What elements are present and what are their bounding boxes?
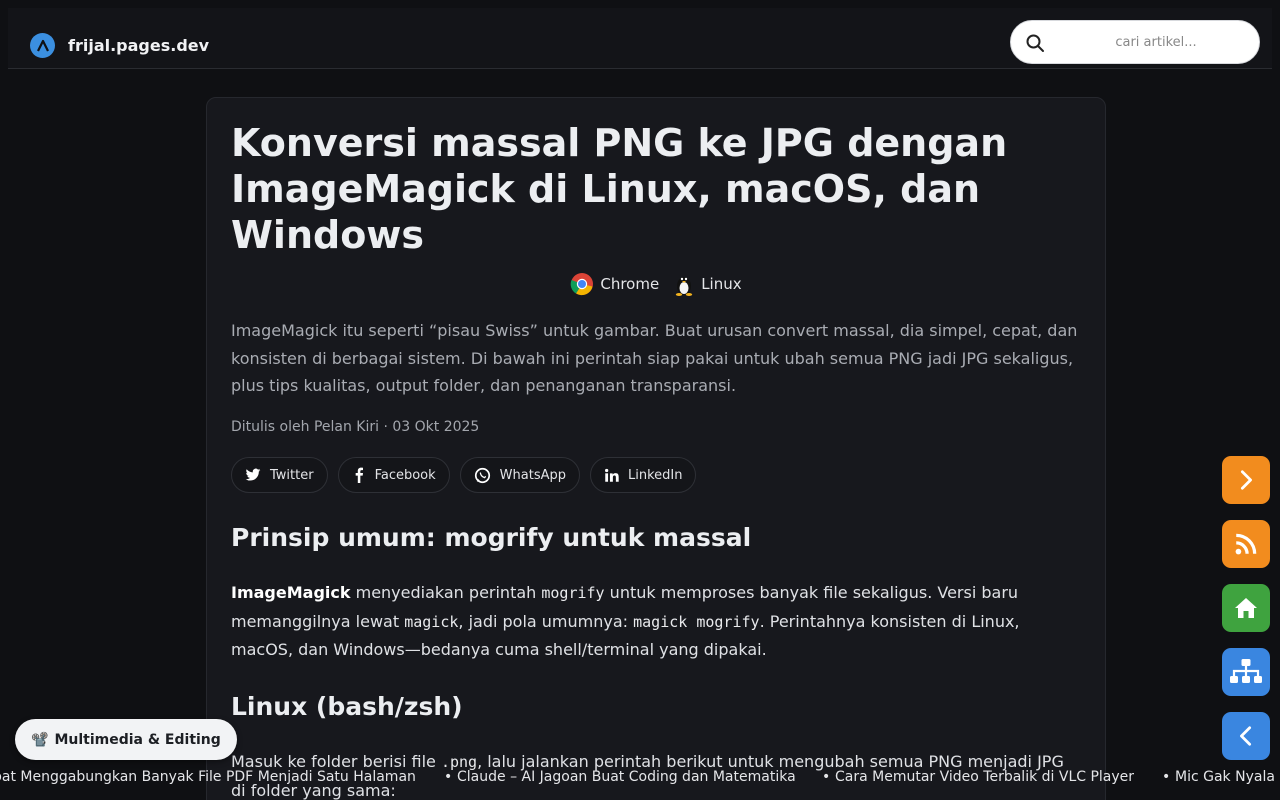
share-label: WhatsApp (499, 467, 566, 483)
article-card: Konversi massal PNG ke JPG dengan ImageM… (206, 97, 1106, 800)
share-twitter-button[interactable]: Twitter (231, 457, 328, 493)
chevron-right-icon (1240, 470, 1252, 490)
share-buttons: Twitter Facebook WhatsApp LinkedIn (231, 457, 697, 493)
section-paragraph-mogrify: ImageMagick menyediakan perintah mogrify… (231, 579, 1081, 664)
bold-term: ImageMagick (231, 583, 351, 602)
tux-icon (676, 277, 693, 296)
inline-code: magick (404, 612, 459, 631)
site-logo-icon (30, 33, 55, 58)
search-input[interactable] (1061, 21, 1251, 63)
sitemap-icon (1230, 659, 1262, 683)
text-run: menyediakan perintah (350, 583, 542, 602)
share-facebook-button[interactable]: Facebook (337, 457, 450, 493)
whatsapp-icon (474, 467, 490, 483)
site-brand[interactable]: frijal.pages.dev (30, 33, 209, 58)
section-heading-mogrify: Prinsip umum: mogrify untuk massal (231, 523, 752, 552)
tag-list: Chrome Linux (207, 272, 1105, 296)
chevron-left-icon (1240, 726, 1252, 746)
ticker-bullet: • (1162, 769, 1171, 785)
home-icon (1235, 598, 1257, 618)
search-icon (1026, 34, 1044, 52)
share-label: LinkedIn (628, 467, 683, 483)
share-whatsapp-button[interactable]: WhatsApp (459, 457, 580, 493)
top-bar: frijal.pages.dev (8, 8, 1272, 69)
twitter-icon (245, 468, 261, 481)
previous-article-button[interactable] (1222, 712, 1270, 760)
tag-linux[interactable]: Linux (673, 272, 742, 296)
next-article-button[interactable] (1222, 456, 1270, 504)
share-label: Facebook (374, 467, 436, 483)
article-ticker: bat Menggabungkan Banyak File PDF Menjad… (0, 769, 1280, 789)
article-description: ImageMagick itu seperti “pisau Swiss” un… (231, 321, 1078, 395)
text-run: , jadi pola umumnya: (458, 611, 634, 631)
linkedin-icon (605, 468, 619, 482)
home-button[interactable] (1222, 584, 1270, 632)
rss-button[interactable] (1222, 520, 1270, 568)
sitemap-button[interactable] (1222, 648, 1270, 696)
ticker-bullet: • (822, 769, 831, 785)
chrome-icon (571, 273, 594, 296)
section-heading-linux: Linux (bash/zsh) (231, 692, 463, 721)
share-label: Twitter (270, 467, 314, 483)
search-box[interactable] (1010, 20, 1260, 64)
share-linkedin-button[interactable]: LinkedIn (590, 457, 697, 493)
ticker-bullet: • (444, 769, 453, 785)
ticker-item[interactable]: Cara Memutar Video Terbalik di VLC Playe… (835, 769, 1134, 785)
tag-label: Chrome (600, 275, 660, 293)
projector-icon: 📽️ (31, 731, 49, 748)
inline-code: magick mogrify (633, 612, 760, 631)
rss-icon (1235, 533, 1257, 555)
category-label: Multimedia & Editing (54, 731, 221, 748)
ticker-item[interactable]: Mic Gak Nyala di (1175, 769, 1280, 785)
tag-label: Linux (701, 275, 742, 293)
ticker-item[interactable]: bat Menggabungkan Banyak File PDF Menjad… (0, 769, 416, 785)
ticker-item[interactable]: Claude – AI Jagoan Buat Coding dan Matem… (457, 769, 796, 785)
facebook-icon (355, 467, 363, 483)
category-badge[interactable]: 📽️ Multimedia & Editing (15, 719, 237, 760)
tag-chrome[interactable]: Chrome (570, 272, 659, 296)
article-byline: Ditulis oleh Pelan Kiri · 03 Okt 2025 (231, 419, 480, 435)
article-title: Konversi massal PNG ke JPG dengan ImageM… (231, 121, 1008, 257)
inline-code: mogrify (541, 584, 605, 602)
site-name[interactable]: frijal.pages.dev (68, 36, 209, 55)
